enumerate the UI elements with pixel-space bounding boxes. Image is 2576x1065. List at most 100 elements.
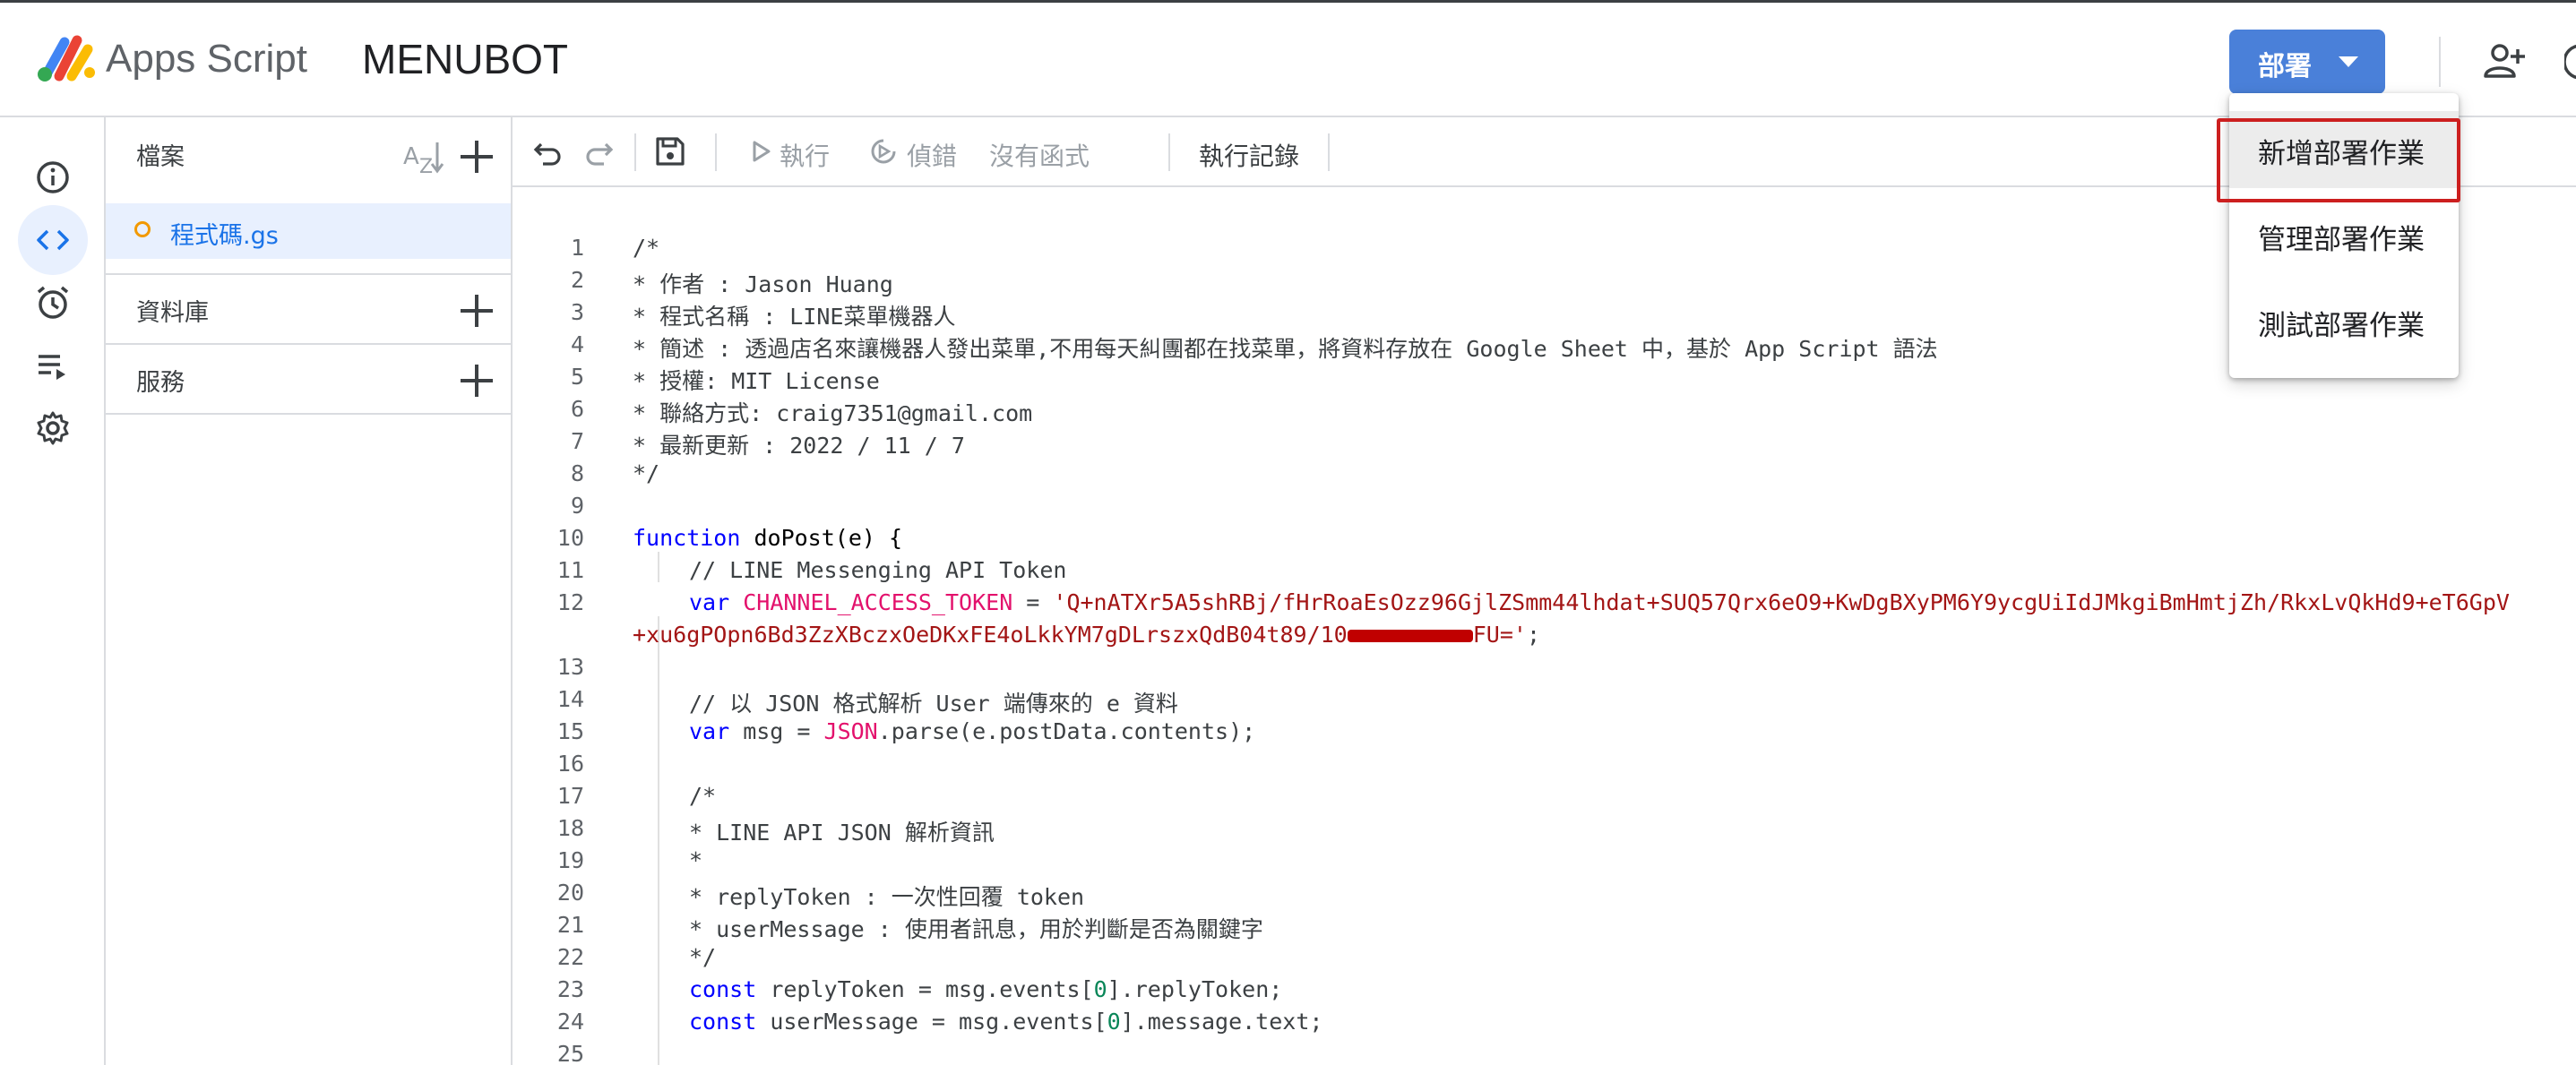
add-file-plus-icon[interactable] (461, 141, 493, 173)
save-icon (656, 137, 685, 166)
line-number: 10 (556, 525, 584, 551)
executions-list-icon (39, 355, 65, 380)
code-keyword: const (689, 1009, 757, 1035)
code-text: ].message.text; (1120, 1009, 1323, 1035)
rail-overview[interactable] (18, 142, 88, 212)
debug-icon (871, 139, 896, 164)
code-text: msg = (729, 718, 824, 744)
rail-triggers[interactable] (18, 268, 88, 338)
help-icon[interactable] (2564, 39, 2576, 83)
code-keyword: const (689, 976, 757, 1002)
execution-log-label: 執行記錄 (1199, 142, 1300, 171)
code-string: FU=' (1472, 622, 1527, 648)
line-number: 18 (556, 815, 584, 841)
redo-button[interactable] (582, 117, 618, 185)
menu-item-manage-deployments[interactable]: 管理部署作業 (2229, 197, 2459, 274)
play-icon (753, 141, 771, 162)
sort-az-icon[interactable]: A Z (401, 137, 446, 176)
rail-settings[interactable] (18, 393, 88, 463)
line-number: 16 (556, 751, 584, 777)
code-line: * (689, 847, 703, 873)
line-number: 9 (570, 493, 584, 519)
apps-script-logo-icon (38, 35, 95, 82)
line-number: 22 (556, 944, 584, 970)
code-keyword: var (689, 718, 730, 744)
file-name: 程式碼.gs (170, 222, 279, 250)
line-number: 20 (556, 880, 584, 906)
function-selector[interactable]: 沒有函式 (989, 117, 1168, 185)
code-text: ; (1526, 622, 1540, 648)
caret-down-icon (2339, 56, 2358, 67)
svg-text:A: A (403, 143, 419, 170)
rail-executions[interactable] (18, 331, 88, 400)
rail-editor[interactable] (18, 205, 88, 275)
code-line: * 作者 : Jason Huang (633, 271, 893, 297)
code-keyword: function (633, 525, 741, 551)
code-line: var CHANNEL_ACCESS_TOKEN = 'Q+nATXr5A5sh… (689, 589, 2510, 615)
code-variable: CHANNEL_ACCESS_TOKEN (743, 589, 1013, 615)
line-number: 15 (556, 718, 584, 744)
add-service-plus-icon[interactable] (461, 365, 493, 397)
deploy-button[interactable]: 部署 (2229, 30, 2385, 94)
code-line: * replyToken : 一次性回覆 token (689, 884, 1085, 910)
app-header: Apps Script MENUBOT 部署 (0, 3, 2576, 117)
toolbar-divider (1168, 133, 1170, 171)
header-divider (2439, 37, 2441, 87)
redo-icon (586, 142, 614, 166)
code-text: ].replyToken; (1107, 976, 1283, 1002)
menu-item-label: 測試部署作業 (2258, 310, 2425, 342)
unsaved-dot-icon (134, 221, 151, 237)
undo-icon (533, 142, 561, 166)
code-line: /* (633, 235, 660, 261)
line-number: 5 (570, 364, 584, 390)
svg-text:Z: Z (419, 156, 433, 176)
code-line: */ (689, 944, 717, 970)
line-number: 3 (570, 299, 584, 325)
line-number: 7 (570, 428, 584, 454)
alarm-clock-icon (37, 286, 69, 319)
code-line: * LINE API JSON 解析資訊 (689, 820, 995, 846)
redaction-mark (1347, 630, 1473, 642)
add-person-icon[interactable] (2482, 39, 2527, 83)
code-number: 0 (1107, 1009, 1121, 1035)
code-text: userMessage = msg.events[ (756, 1009, 1107, 1035)
line-number: 8 (570, 460, 584, 486)
code-text: replyToken = msg.events[ (756, 976, 1094, 1002)
line-number: 24 (556, 1009, 584, 1035)
code-line: * 程式名稱 : LINE菜單機器人 (633, 304, 956, 330)
add-library-plus-icon[interactable] (461, 295, 493, 327)
info-icon (37, 161, 69, 193)
code-line: * 簡述 : 透過店名來讓機器人發出菜單,不用每天糾團都在找菜單，將資料存放在 … (633, 336, 1938, 362)
indent-guide (658, 616, 659, 1065)
undo-button[interactable] (532, 117, 568, 185)
execution-log-button[interactable]: 執行記錄 (1199, 117, 1324, 185)
line-number: 12 (556, 589, 584, 615)
menu-item-test-deployments[interactable]: 測試部署作業 (2229, 283, 2459, 360)
line-number: 23 (556, 976, 584, 1002)
run-button[interactable]: 執行 (749, 117, 848, 185)
code-variable: JSON (823, 718, 878, 744)
project-title[interactable]: MENUBOT (362, 35, 568, 83)
code-line: // 以 JSON 格式解析 User 端傳來的 e 資料 (689, 691, 1178, 717)
code-line: */ (633, 460, 660, 486)
line-number: 11 (556, 557, 584, 583)
code-line: * 最新更新 : 2022 / 11 / 7 (633, 433, 965, 459)
debug-button[interactable]: 偵錯 (867, 117, 966, 185)
line-number: 17 (556, 783, 584, 809)
line-number: 2 (570, 267, 584, 293)
toolbar-divider (634, 133, 636, 171)
divider (106, 413, 511, 415)
code-line: function doPost(e) { (633, 525, 902, 551)
code-string: 'Q+nATXr5A5shRBj/fHrRoaEsOzz96GjlZSmm44l… (1053, 589, 2510, 615)
line-number: 19 (556, 847, 584, 873)
app-name[interactable]: Apps Script (106, 37, 307, 82)
line-number: 14 (556, 686, 584, 712)
gear-icon (37, 411, 69, 445)
toolbar-divider (715, 133, 717, 171)
file-item-code-gs[interactable]: 程式碼.gs (106, 203, 511, 259)
code-line: * 授權: MIT License (633, 368, 880, 394)
deploy-button-label: 部署 (2258, 51, 2312, 82)
code-text: doPost(e) { (740, 525, 903, 551)
save-button[interactable] (654, 117, 690, 185)
debug-label: 偵錯 (907, 142, 958, 171)
